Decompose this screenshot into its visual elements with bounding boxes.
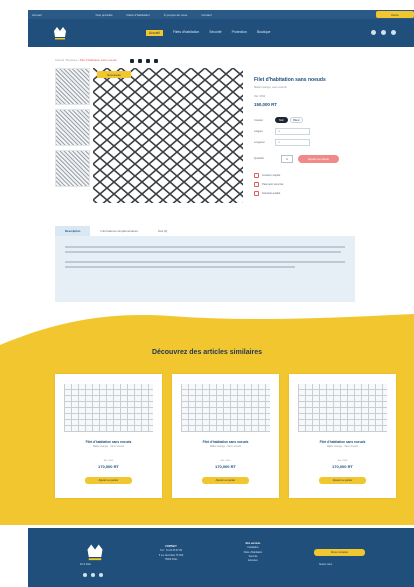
thumbnail-image[interactable]	[55, 109, 90, 146]
footer-links: Nos services Installation Filets d'habit…	[228, 542, 278, 563]
swatch[interactable]	[130, 59, 134, 63]
tab-reviews[interactable]: Avis (0)	[148, 226, 177, 236]
card-price: 170,000 RT	[215, 464, 236, 469]
nav-link-protection[interactable]: Protection	[232, 30, 247, 36]
card-add-button[interactable]: Ajouter au panier	[202, 477, 249, 484]
product-ref: Ref. 2500	[254, 95, 266, 98]
footer-contact-line: 75000 Paris	[164, 557, 178, 561]
option-label: Couleur	[254, 119, 264, 122]
description-panel: Description Informations complémentaires…	[55, 226, 355, 302]
feature-label: Livraison rapide	[262, 174, 281, 177]
breadcrumb-current: Filet d'habitation sans noeuds	[79, 58, 117, 62]
option-blanc-button[interactable]: Blanc	[290, 117, 303, 123]
card-price: 170,000 RT	[98, 464, 119, 469]
card-subtitle: Maille losange · Sans noeuds	[92, 445, 125, 448]
search-icon[interactable]	[371, 30, 376, 35]
card-price: 170,000 RT	[332, 464, 353, 469]
description-text-line	[65, 266, 295, 268]
card-title[interactable]: Filet d'habitation sans noeuds	[172, 440, 279, 444]
swatch[interactable]	[146, 59, 150, 63]
description-text-line	[65, 246, 345, 248]
footer-logo-icon[interactable]	[85, 542, 105, 562]
card-title[interactable]: Filet d'habitation sans noeuds	[55, 440, 162, 444]
product-card[interactable]: Filet d'habitation sans noeuds Maille lo…	[55, 374, 162, 498]
new-badge: Nouveauté	[97, 71, 131, 78]
topbar-item[interactable]: Contact	[201, 13, 211, 17]
nav-link-filets[interactable]: Filets d'habitation	[173, 30, 199, 36]
feature-label: Paiement sécurisé	[262, 183, 284, 186]
thumbnail-image[interactable]	[55, 150, 90, 187]
footer-contact: CONTACT Tél. : 01 23 45 67 89 5 rue des …	[146, 545, 196, 562]
product-card[interactable]: Filet d'habitation sans noeuds Maille lo…	[172, 374, 279, 498]
linkedin-icon[interactable]	[99, 573, 103, 577]
brand-logo-icon[interactable]	[52, 25, 68, 41]
product-title: Filet d'habitation sans noeuds	[254, 77, 326, 83]
instagram-icon[interactable]	[91, 573, 95, 577]
card-ref: Réf. 2500	[337, 460, 348, 462]
page: Accueil Nos produits Filets d'habitation…	[0, 0, 414, 587]
tab-description[interactable]: Description	[55, 226, 91, 236]
truck-icon	[254, 173, 259, 178]
nav-link-boutique[interactable]: Boutique	[257, 30, 270, 36]
breadcrumb-path[interactable]: Accueil / Boutique /	[55, 58, 80, 62]
topbar-cta-button[interactable]: Devis	[376, 11, 414, 18]
card-subtitle: Maille losange · Sans noeuds	[326, 445, 359, 448]
nav-link-accueil[interactable]: Accueil	[146, 30, 163, 36]
color-swatches	[130, 59, 158, 63]
breadcrumb: Accueil / Boutique / Filet d'habitation …	[55, 58, 117, 62]
similar-section-title: Découvrez des articles similaires	[151, 349, 263, 356]
footer-brand: Fil & Filet	[80, 563, 91, 566]
length-label: Longueur	[254, 141, 265, 144]
card-add-button[interactable]: Ajouter au panier	[319, 477, 366, 484]
heart-icon[interactable]	[381, 30, 386, 35]
main-nav: Accueil Filets d'habitation Sécurité Pro…	[28, 19, 414, 47]
product-card[interactable]: Filet d'habitation sans noeuds Maille lo…	[289, 374, 396, 498]
card-title[interactable]: Filet d'habitation sans noeuds	[289, 440, 396, 444]
quantity-label: Quantité	[254, 157, 264, 160]
footer-contact-button[interactable]: Nous contacter	[314, 549, 365, 556]
length-field[interactable]: m	[275, 139, 310, 146]
add-to-cart-button[interactable]: Ajouter au panier	[298, 155, 339, 163]
footer-follow-link[interactable]: Suivez-nous	[319, 563, 332, 566]
lock-icon	[254, 182, 259, 187]
feature-item: Garantie qualité	[254, 191, 280, 196]
swatch[interactable]	[154, 59, 158, 63]
tab-info[interactable]: Informations complémentaires	[90, 226, 147, 236]
description-tabs: Description Informations complémentaires…	[55, 226, 355, 236]
quantity-stepper[interactable]: 1	[281, 155, 293, 163]
thumbnail-list	[55, 68, 90, 191]
shield-icon	[254, 191, 259, 196]
card-image[interactable]	[64, 384, 153, 432]
thumbnail-image[interactable]	[55, 68, 90, 105]
top-strip: Accueil Nos produits Filets d'habitation…	[28, 10, 414, 19]
description-text-line	[65, 261, 345, 263]
card-image[interactable]	[298, 384, 387, 432]
card-ref: Réf. 2500	[103, 460, 114, 462]
footer: Fil & Filet CONTACT Tél. : 01 23 45 67 8…	[28, 528, 414, 587]
nav-link-securite[interactable]: Sécurité	[209, 30, 221, 36]
feature-label: Garantie qualité	[262, 192, 281, 195]
swatch[interactable]	[138, 59, 142, 63]
product-main-image[interactable]	[93, 68, 243, 203]
feature-item: Paiement sécurisé	[254, 182, 283, 187]
card-ref: Réf. 2500	[220, 460, 231, 462]
width-label: Largeur	[254, 130, 263, 133]
feature-item: Livraison rapide	[254, 173, 280, 178]
topbar-item[interactable]: Filets d'habitation	[127, 13, 150, 17]
topbar-item[interactable]: Accueil	[32, 13, 42, 17]
facebook-icon[interactable]	[83, 573, 87, 577]
card-image[interactable]	[181, 384, 270, 432]
cart-icon[interactable]	[391, 30, 396, 35]
topbar-item[interactable]: Nos produits	[96, 13, 113, 17]
option-noir-button[interactable]: Noir	[275, 117, 288, 123]
card-add-button[interactable]: Ajouter au panier	[85, 477, 132, 484]
social-links	[83, 573, 103, 577]
footer-link[interactable]: Entretien	[228, 559, 278, 563]
width-field[interactable]: m	[275, 128, 310, 135]
product-subtitle: Maille losange, sans noeuds	[254, 86, 287, 89]
card-subtitle: Maille losange · Sans noeuds	[209, 445, 242, 448]
description-text-line	[65, 251, 341, 253]
product-price: 150,000 RT	[254, 102, 277, 107]
topbar-item[interactable]: À propos de nous	[164, 13, 188, 17]
